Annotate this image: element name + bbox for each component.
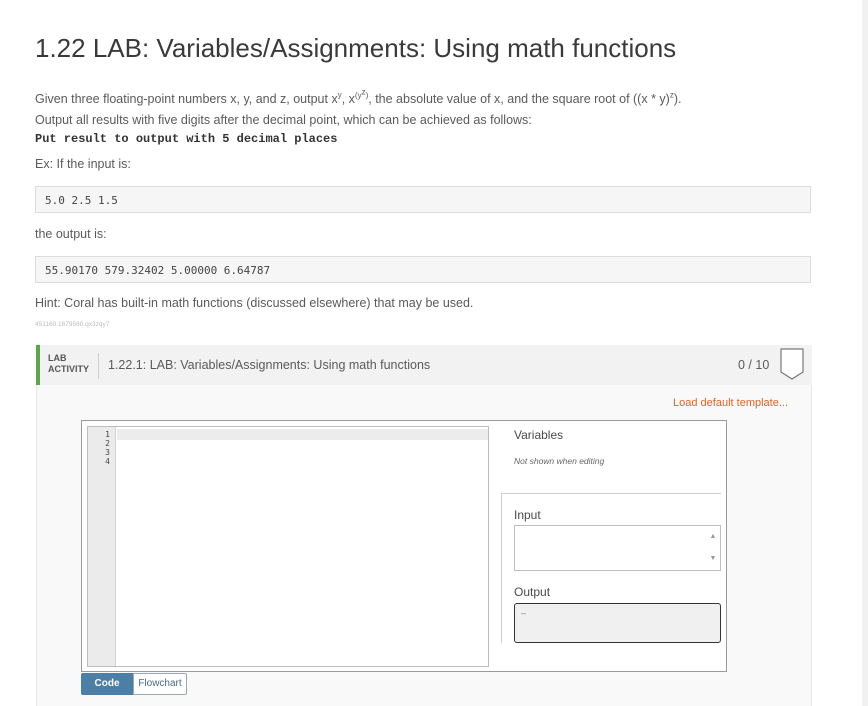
spin-down-icon[interactable]: ▼ xyxy=(706,548,720,570)
variables-label: Variables xyxy=(514,428,564,442)
input-example-box: 5.0 2.5 1.5 xyxy=(35,186,811,213)
panel-divider xyxy=(501,493,721,494)
format-code: Put result to output with 5 decimal plac… xyxy=(35,132,338,146)
output-example-label: the output is: xyxy=(35,227,107,241)
hint-text: Hint: Coral has built-in math functions … xyxy=(35,296,474,310)
format-instruction: Output all results with five digits afte… xyxy=(35,113,532,127)
page-scrollbar[interactable] xyxy=(862,0,868,706)
line-number-gutter: 1 2 3 4 xyxy=(88,427,116,666)
problem-description: Given three floating-point numbers x, y,… xyxy=(35,87,682,106)
input-spinner[interactable]: ▲ ▼ xyxy=(706,526,720,570)
load-default-template-link[interactable]: Load default template... xyxy=(673,397,788,409)
content-id: 451160.1679580.qx3zqy7 xyxy=(35,321,110,328)
input-example-label: Ex: If the input is: xyxy=(35,157,131,171)
header-divider xyxy=(98,353,99,379)
code-editor[interactable]: 1 2 3 4 xyxy=(87,426,489,667)
lab-score: 0 / 10 xyxy=(738,358,770,372)
variables-note: Not shown when editing xyxy=(514,456,605,466)
lab-activity-tag: LAB ACTIVITY xyxy=(48,353,90,374)
active-line-highlight xyxy=(117,429,488,440)
program-output-field: – xyxy=(514,603,721,643)
panel-left-border xyxy=(501,493,502,643)
output-label: Output xyxy=(514,585,551,599)
score-badge-icon xyxy=(780,348,804,380)
tab-flowchart[interactable]: Flowchart xyxy=(133,673,187,695)
tab-code[interactable]: Code xyxy=(81,673,133,695)
output-value: – xyxy=(521,608,527,618)
program-input-field[interactable]: ▲ ▼ xyxy=(514,525,721,571)
spin-up-icon[interactable]: ▲ xyxy=(706,526,720,548)
output-example-box: 55.90170 579.32402 5.00000 6.64787 xyxy=(35,256,811,283)
page-title: 1.22 LAB: Variables/Assignments: Using m… xyxy=(35,33,677,63)
code-workspace: 1 2 3 4 Variables Not shown when editing… xyxy=(81,420,727,672)
input-label: Input xyxy=(514,508,541,522)
lab-activity-header: LAB ACTIVITY 1.22.1: LAB: Variables/Assi… xyxy=(36,345,812,385)
lab-activity-title: 1.22.1: LAB: Variables/Assignments: Usin… xyxy=(108,358,431,372)
